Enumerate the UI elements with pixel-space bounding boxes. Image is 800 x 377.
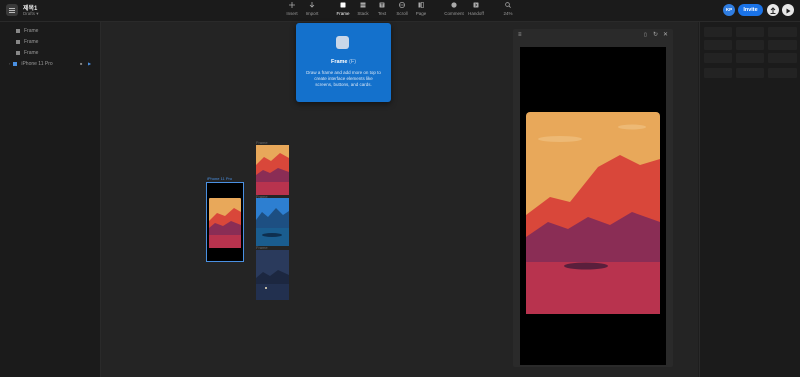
property-field[interactable] (704, 40, 732, 50)
layers-panel: Frame Frame Frame › iPhone 11 Pro ■ ▶ (0, 22, 101, 377)
selected-frame-label: iPhone 11 Pro (207, 176, 233, 181)
property-field[interactable] (768, 68, 797, 78)
tool-comment[interactable]: Comment (442, 2, 466, 16)
preview-window: ≡ ▯ ↻ ✕ (513, 29, 673, 367)
publish-button[interactable] (767, 4, 779, 16)
frame-layer-icon (16, 39, 20, 44)
play-icon (786, 8, 791, 14)
property-row (704, 40, 797, 50)
stack-icon (360, 2, 366, 8)
tool-comment-label: Comment (444, 11, 464, 16)
document-location[interactable]: Drafts ▾ (23, 11, 39, 17)
layer-label: iPhone 11 Pro (21, 61, 53, 67)
frame-tool-tooltip: Frame (F) Draw a frame and add more on t… (296, 23, 391, 102)
iphone-frame[interactable] (206, 182, 244, 262)
preview-play-button[interactable] (782, 4, 794, 16)
frame-thumbnail-sunset[interactable] (256, 145, 289, 195)
frame-thumbnail-night[interactable] (256, 250, 289, 300)
frame-thumbnail-lake[interactable] (256, 198, 289, 246)
refresh-icon[interactable]: ↻ (653, 31, 658, 38)
layer-item[interactable]: Frame (16, 39, 38, 47)
invite-button[interactable]: Invite (738, 4, 763, 16)
tool-page-label: Page (415, 11, 427, 16)
tool-page[interactable]: Page (409, 2, 433, 16)
device-layer-icon (13, 61, 18, 66)
zoom-control[interactable]: 24% (496, 2, 520, 16)
handoff-icon (473, 2, 479, 8)
plus-icon (289, 2, 295, 8)
landscape-image (209, 198, 241, 248)
tooltip-title-text: Frame (330, 59, 348, 65)
frame-layer-icon (16, 50, 20, 55)
menu-icon-line (9, 12, 15, 13)
property-field[interactable] (736, 68, 764, 78)
property-field[interactable] (704, 53, 732, 63)
text-icon (379, 2, 385, 8)
landscape-image (256, 198, 289, 246)
property-field[interactable] (736, 27, 764, 37)
landscape-image (256, 250, 289, 300)
device-icon[interactable]: ▯ (644, 32, 647, 38)
property-field[interactable] (768, 40, 797, 50)
frame-icon (336, 36, 349, 49)
property-field[interactable] (768, 27, 797, 37)
tooltip-description: Draw a frame and add more on top to crea… (306, 70, 381, 87)
tooltip-title: Frame (F) (296, 59, 391, 65)
landscape-image (526, 112, 660, 314)
zoom-level: 24% (503, 11, 513, 16)
avatar[interactable]: KP (723, 4, 735, 16)
upload-icon (770, 7, 776, 14)
property-field[interactable] (768, 53, 797, 63)
arrow-down-icon (309, 2, 315, 8)
tooltip-shortcut: (F) (349, 59, 357, 65)
layer-label: Frame (24, 50, 39, 56)
property-row (704, 27, 797, 37)
menu-icon[interactable]: ≡ (518, 32, 522, 38)
layer-item[interactable]: Frame (16, 50, 38, 58)
menu-icon (9, 8, 15, 9)
frame-layer-icon (16, 28, 20, 33)
property-row (704, 68, 797, 78)
scroll-icon (399, 2, 405, 8)
menu-icon-line (9, 10, 15, 11)
property-field[interactable] (704, 27, 732, 37)
tool-handoff-label: Handoff (468, 11, 484, 16)
tool-handoff[interactable]: Handoff (464, 2, 488, 16)
property-row (704, 53, 797, 63)
layer-item[interactable]: Frame (16, 28, 38, 36)
layer-label: Frame (24, 28, 39, 34)
property-field[interactable] (704, 68, 732, 78)
chevron-right-icon: › (9, 61, 11, 66)
tool-import[interactable]: Import (300, 2, 324, 16)
property-field[interactable] (736, 40, 764, 50)
tool-import-label: Import (305, 11, 319, 16)
property-field[interactable] (736, 53, 764, 63)
page-icon (418, 2, 424, 8)
layer-label: Frame (24, 39, 39, 45)
landscape-image (256, 145, 289, 195)
properties-panel (699, 22, 800, 377)
layer-item-iphone[interactable]: › iPhone 11 Pro ■ ▶ (9, 61, 95, 69)
menu-button[interactable] (6, 4, 18, 16)
frame-icon (340, 2, 346, 8)
lock-icon[interactable]: ■ (80, 61, 82, 66)
preview-screen[interactable] (520, 47, 666, 365)
search-icon (505, 2, 511, 8)
comment-icon (451, 2, 457, 8)
close-icon[interactable]: ✕ (663, 31, 668, 38)
play-icon[interactable]: ▶ (88, 61, 91, 66)
top-toolbar: 제목1 Drafts ▾ Insert Import Frame Stack T… (0, 0, 800, 22)
